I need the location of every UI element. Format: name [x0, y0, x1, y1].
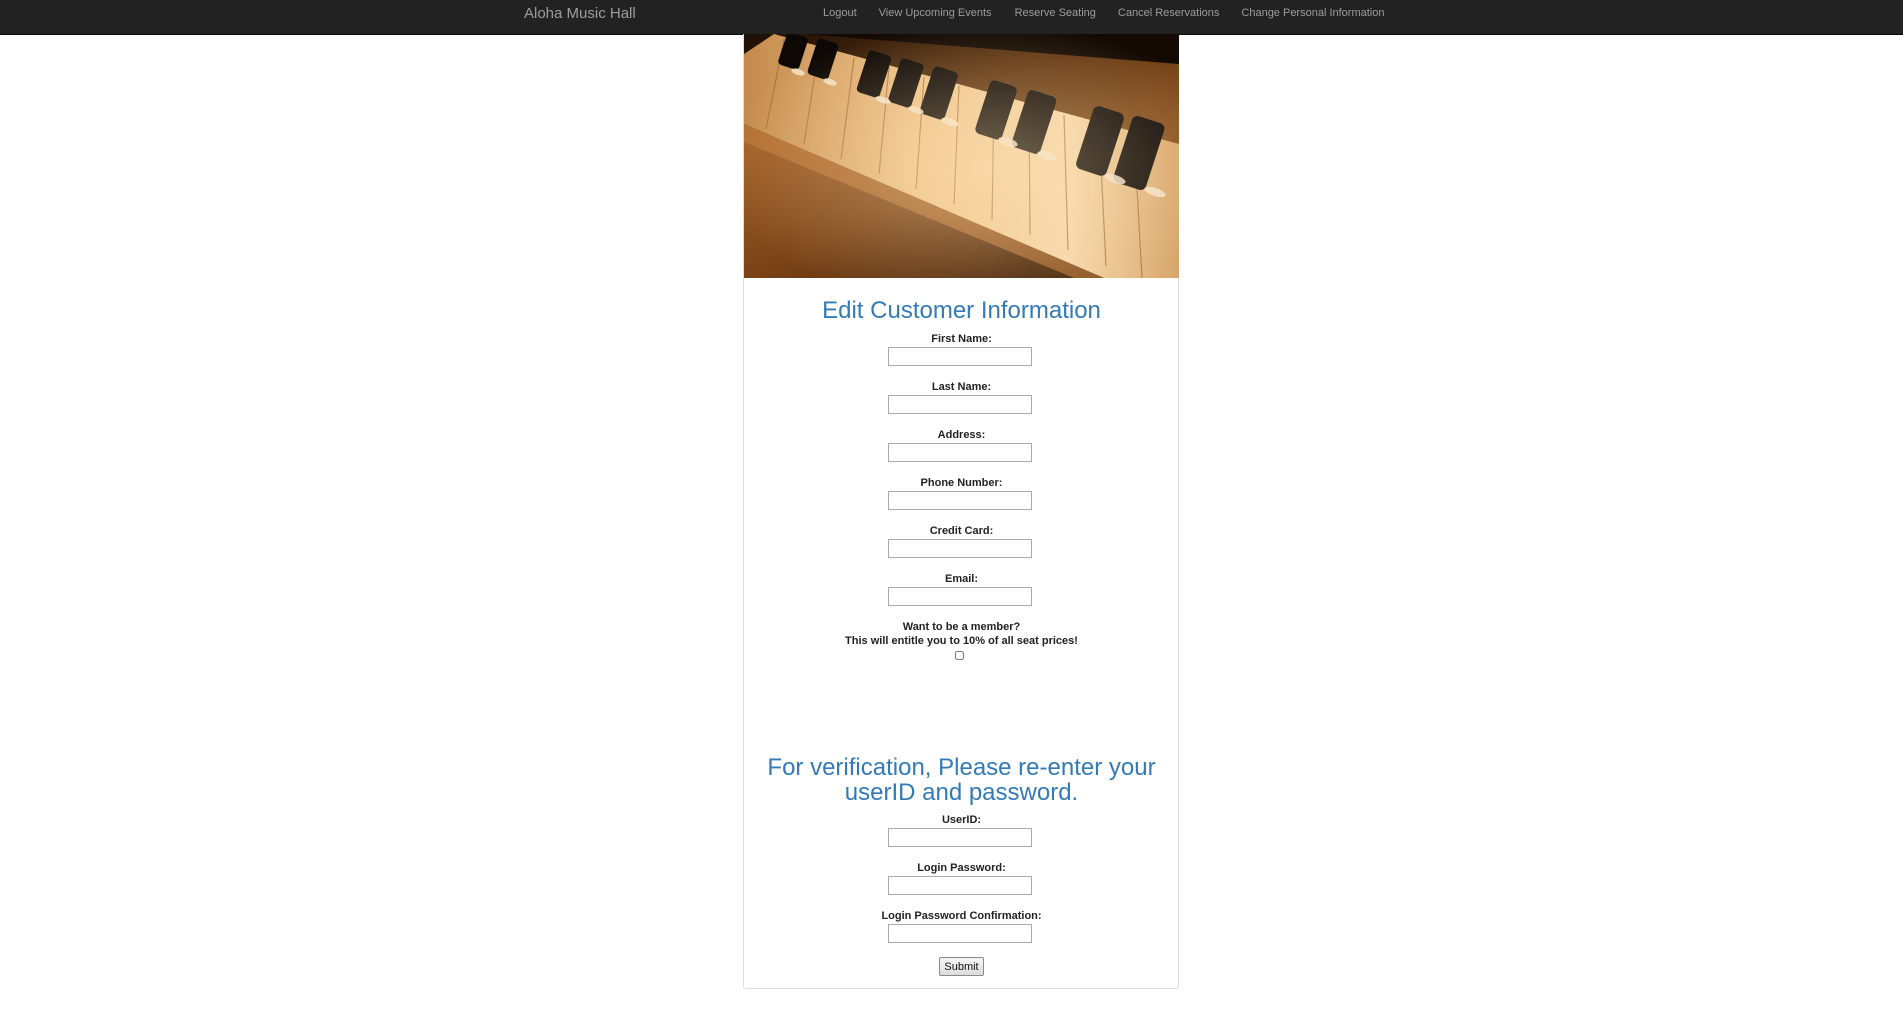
- userid-label: UserID:: [941, 814, 982, 826]
- nav-reserve-seating[interactable]: Reserve Seating: [1015, 7, 1096, 20]
- last-name-label: Last Name:: [931, 381, 992, 393]
- userid-input[interactable]: [888, 828, 1032, 847]
- nav-logout[interactable]: Logout: [823, 7, 857, 20]
- address-input[interactable]: [888, 443, 1032, 462]
- edit-form-title: Edit Customer Information: [822, 297, 1101, 324]
- phone-number-input[interactable]: [888, 491, 1032, 510]
- address-label: Address:: [937, 429, 986, 441]
- nav-change-personal-information[interactable]: Change Personal Information: [1241, 7, 1384, 20]
- login-password-confirmation-input[interactable]: [888, 924, 1032, 943]
- login-password-input[interactable]: [888, 876, 1032, 895]
- hero-piano-image: [744, 34, 1179, 278]
- phone-number-label: Phone Number:: [920, 477, 1003, 489]
- verify-title-line2: userID and password.: [844, 779, 1079, 806]
- login-password-confirmation-label: Login Password Confirmation:: [881, 910, 1042, 922]
- login-password-label: Login Password:: [917, 862, 1006, 874]
- brand-link[interactable]: Aloha Music Hall: [524, 5, 636, 22]
- submit-button[interactable]: Submit: [939, 957, 984, 976]
- membership-benefit: This will entitle you to 10% of all seat…: [845, 635, 1078, 647]
- nav-cancel-reservations[interactable]: Cancel Reservations: [1118, 7, 1220, 20]
- verify-title-line1: For verification, Please re-enter your: [767, 754, 1156, 781]
- membership-checkbox[interactable]: [955, 651, 964, 660]
- nav-view-upcoming-events[interactable]: View Upcoming Events: [879, 7, 992, 20]
- top-navbar: Aloha Music Hall Logout View Upcoming Ev…: [0, 0, 1903, 35]
- membership-question: Want to be a member?: [902, 621, 1021, 633]
- first-name-input[interactable]: [888, 347, 1032, 366]
- credit-card-label: Credit Card:: [929, 525, 994, 537]
- first-name-label: First Name:: [931, 333, 992, 345]
- last-name-input[interactable]: [888, 395, 1032, 414]
- email-input[interactable]: [888, 587, 1032, 606]
- email-label: Email:: [944, 573, 978, 585]
- nav-links: Logout View Upcoming Events Reserve Seat…: [823, 7, 1384, 20]
- credit-card-input[interactable]: [888, 539, 1032, 558]
